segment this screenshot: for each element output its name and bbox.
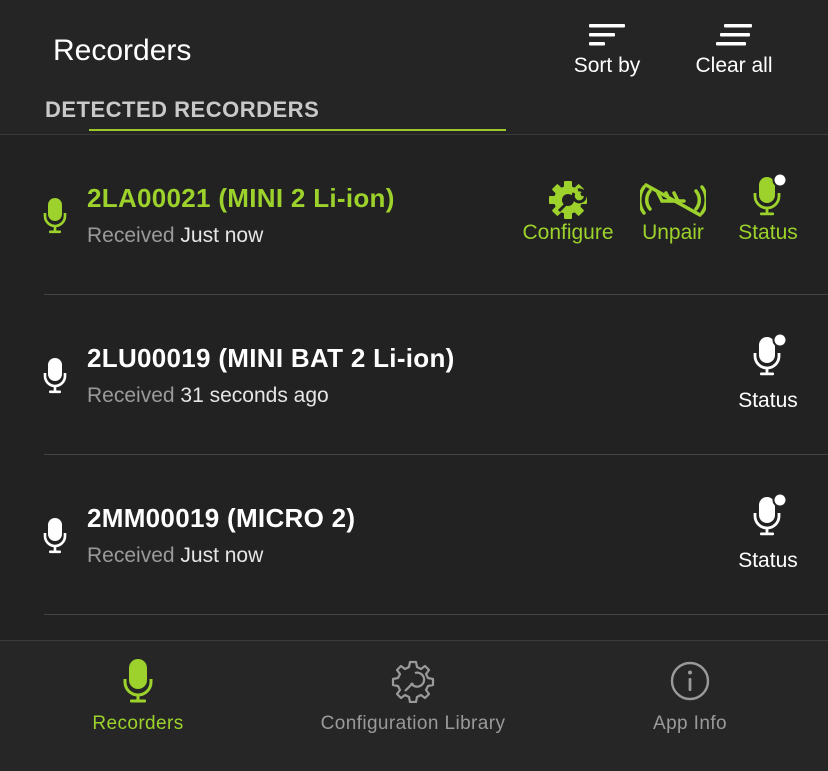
received-label: Received — [87, 544, 175, 567]
sort-by-label: Sort by — [573, 54, 641, 77]
clear-all-label: Clear all — [695, 54, 773, 77]
status-button[interactable]: Status — [730, 493, 806, 573]
status-mic-icon — [753, 173, 788, 216]
received-info: Received Just now — [87, 544, 263, 568]
received-time: Just now — [180, 224, 264, 247]
status-label: Status — [738, 549, 798, 572]
page-title: Recorders — [53, 34, 192, 67]
received-info: Received Just now — [87, 224, 263, 248]
mic-icon — [43, 198, 67, 234]
tab-configuration-library[interactable]: Configuration Library — [290, 659, 536, 735]
tab-app-info[interactable]: App Info — [620, 659, 760, 735]
mic-icon — [43, 358, 67, 394]
received-time: Just now — [180, 544, 264, 567]
tab-recorders[interactable]: Recorders — [60, 659, 216, 735]
received-label: Received — [87, 224, 175, 247]
status-button[interactable]: Status — [730, 173, 806, 245]
configure-label: Configure — [522, 221, 614, 244]
tab-recorders-label: Recorders — [92, 713, 184, 734]
unpair-icon — [640, 183, 706, 217]
status-label: Status — [738, 389, 798, 412]
tab-configuration-library-label: Configuration Library — [320, 713, 506, 734]
unpair-button[interactable]: Unpair — [636, 179, 710, 245]
clear-list-icon — [716, 24, 752, 46]
configure-gear-icon — [549, 181, 587, 219]
recorder-row[interactable]: 2LU00019 (MINI BAT 2 Li-ion) Received 31… — [0, 295, 828, 455]
tab-app-info-label: App Info — [653, 713, 727, 734]
gear-icon — [391, 660, 435, 703]
received-info: Received 31 seconds ago — [87, 384, 329, 408]
recorder-row[interactable]: 2LA00021 (MINI 2 Li-ion) Received Just n… — [0, 135, 828, 295]
status-button[interactable]: Status — [730, 333, 806, 413]
received-time: 31 seconds ago — [180, 384, 329, 407]
section-title: DETECTED RECORDERS — [45, 97, 320, 122]
status-label: Status — [738, 221, 798, 244]
mic-icon — [123, 659, 153, 703]
row-divider — [44, 614, 828, 615]
clear-all-button[interactable]: Clear all — [688, 22, 780, 78]
recorder-row[interactable]: 2MM00019 (MICRO 2) Received Just now Sta… — [0, 455, 828, 615]
tab-bar: Recorders Configuration Library App Info — [0, 640, 828, 771]
app-header: Recorders Sort by Clear all DETECTED REC… — [0, 0, 828, 135]
info-icon — [670, 661, 710, 701]
recorder-name: 2LU00019 (MINI BAT 2 Li-ion) — [87, 343, 455, 373]
status-mic-icon — [753, 493, 788, 536]
mic-icon — [43, 518, 67, 554]
recorder-name: 2MM00019 (MICRO 2) — [87, 503, 356, 533]
unpair-label: Unpair — [642, 221, 704, 244]
sort-by-button[interactable]: Sort by — [567, 22, 647, 78]
configure-button[interactable]: Configure — [516, 179, 620, 245]
sort-icon — [589, 24, 625, 46]
status-mic-icon — [753, 333, 788, 376]
section-underline — [89, 129, 506, 131]
recorder-name: 2LA00021 (MINI 2 Li-ion) — [87, 183, 395, 213]
received-label: Received — [87, 384, 175, 407]
